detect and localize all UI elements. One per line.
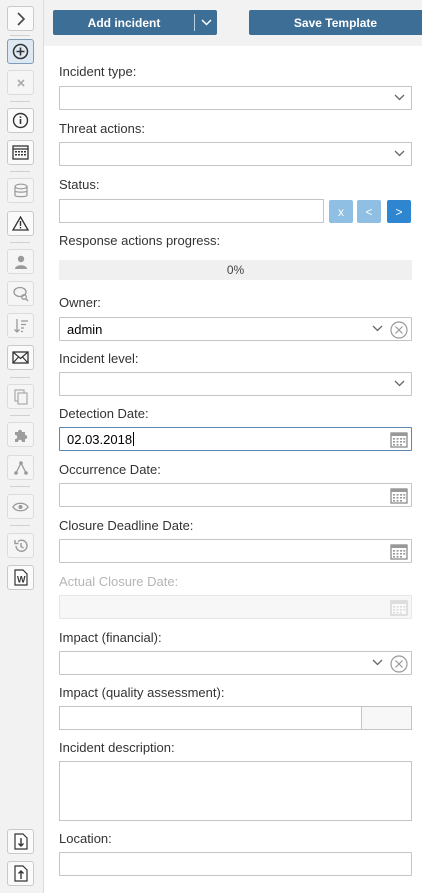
toolbar-divider — [10, 101, 30, 102]
add-incident-label: Add incident — [87, 15, 161, 30]
chevron-down-icon[interactable] — [394, 150, 405, 157]
chevron-down-icon[interactable] — [394, 94, 405, 101]
calendar-icon[interactable] — [390, 431, 408, 448]
calendar-grid-icon[interactable] — [7, 140, 34, 165]
add-circle-icon[interactable] — [7, 39, 34, 64]
expand-arrow-icon[interactable] — [7, 6, 34, 31]
chevron-down-icon[interactable] — [394, 380, 405, 387]
sort-icon[interactable] — [7, 313, 34, 338]
status-previous-button[interactable]: < — [357, 200, 381, 223]
impact-financial-label: Impact (financial): — [59, 630, 162, 645]
incident-level-label: Incident level: — [59, 351, 139, 366]
incident-level-select[interactable] — [59, 372, 412, 396]
owner-select[interactable]: admin — [59, 317, 412, 341]
incident-description-textarea[interactable] — [59, 761, 412, 821]
actual-closure-label: Actual Closure Date: — [59, 574, 179, 589]
puzzle-icon[interactable] — [7, 422, 34, 447]
calendar-icon — [390, 600, 408, 616]
incident-type-select[interactable] — [59, 86, 412, 110]
detection-date-label: Detection Date: — [59, 406, 149, 421]
toolbar-divider — [10, 35, 30, 36]
toolbar-divider — [10, 171, 30, 172]
chevron-down-icon[interactable] — [195, 10, 217, 35]
impact-quality-addon — [361, 706, 412, 730]
incident-type-label: Incident type: — [59, 64, 137, 79]
toolbar-divider — [10, 415, 30, 416]
chat-search-icon[interactable] — [7, 281, 34, 306]
response-progress-label: Response actions progress: — [59, 233, 221, 248]
envelope-icon[interactable] — [7, 345, 34, 370]
status-label: Status: — [59, 177, 100, 192]
documents-icon[interactable] — [7, 384, 34, 409]
clear-circle-icon[interactable] — [390, 655, 408, 673]
save-template-button[interactable]: Save Template — [249, 10, 422, 35]
history-icon[interactable] — [7, 533, 34, 558]
chevron-down-icon[interactable] — [372, 659, 383, 666]
status-clear-button[interactable]: x — [329, 200, 353, 223]
actual-closure-input — [59, 595, 412, 619]
owner-label: Owner: — [59, 295, 101, 310]
closure-deadline-input[interactable] — [59, 539, 412, 563]
impact-quality-label: Impact (quality assessment): — [59, 685, 225, 700]
clear-circle-icon[interactable] — [390, 321, 408, 339]
user-icon[interactable] — [7, 249, 34, 274]
database-icon[interactable] — [7, 178, 34, 203]
toolbar-divider — [10, 525, 30, 526]
export-icon[interactable] — [7, 861, 34, 886]
svg-text:W: W — [17, 575, 26, 585]
graph-icon[interactable] — [7, 455, 34, 480]
incident-description-label: Incident description: — [59, 740, 175, 755]
location-label: Location: — [59, 831, 112, 846]
toolbar-divider — [10, 486, 30, 487]
close-x-icon[interactable] — [7, 70, 34, 95]
owner-value: admin — [67, 322, 103, 337]
response-progress-value: 0% — [226, 263, 245, 277]
calendar-icon[interactable] — [390, 543, 408, 560]
threat-actions-select[interactable] — [59, 142, 412, 166]
toolbar-divider — [10, 377, 30, 378]
word-doc-icon[interactable]: W — [7, 565, 34, 590]
warning-icon[interactable] — [7, 211, 34, 236]
response-progress-bar: 0% — [59, 260, 412, 280]
add-incident-button[interactable]: Add incident — [53, 10, 217, 35]
status-next-button[interactable]: > — [387, 200, 411, 223]
eye-icon[interactable] — [7, 494, 34, 519]
import-icon[interactable] — [7, 829, 34, 854]
threat-actions-label: Threat actions: — [59, 121, 145, 136]
occurrence-date-label: Occurrence Date: — [59, 462, 161, 477]
occurrence-date-input[interactable] — [59, 483, 412, 507]
impact-quality-input[interactable] — [59, 706, 362, 730]
detection-date-value: 02.03.2018 — [67, 432, 135, 447]
info-icon[interactable] — [7, 108, 34, 133]
detection-date-input[interactable]: 02.03.2018 — [59, 427, 412, 451]
status-field[interactable] — [59, 199, 324, 223]
left-toolbar: W — [0, 0, 44, 893]
closure-deadline-label: Closure Deadline Date: — [59, 518, 194, 533]
calendar-icon[interactable] — [390, 487, 408, 504]
impact-financial-select[interactable] — [59, 651, 412, 675]
chevron-down-icon[interactable] — [372, 325, 383, 332]
location-input[interactable] — [59, 852, 412, 876]
top-action-bar: Add incident Save Template — [44, 0, 422, 46]
toolbar-divider — [10, 242, 30, 243]
